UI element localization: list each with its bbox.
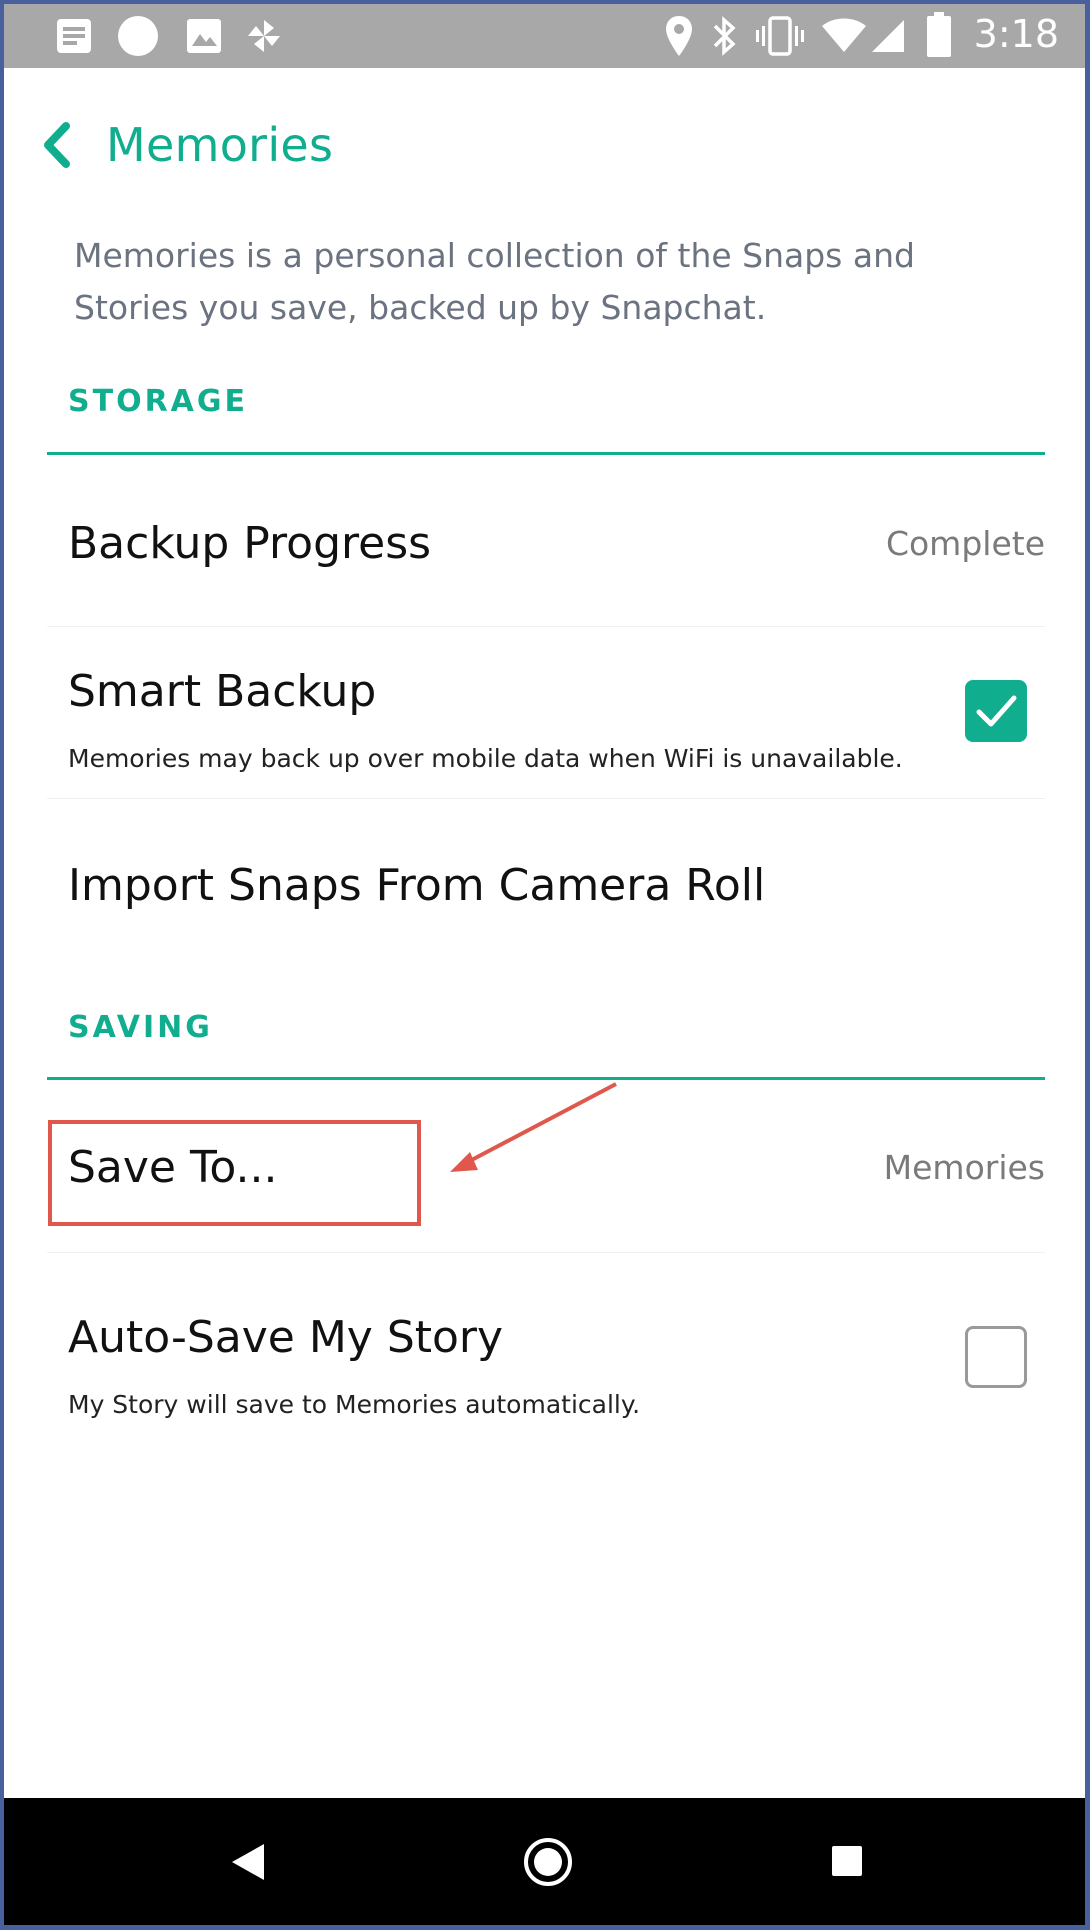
recents-square-icon[interactable] (830, 1844, 864, 1878)
intro-text: Memories is a personal collection of the… (74, 236, 915, 327)
app-screen: 3:18 Memories Memories is a personal col… (4, 4, 1085, 1925)
vibrate-icon (756, 16, 804, 56)
header: Memories (4, 68, 1085, 218)
save-to-value: Memories (883, 1148, 1045, 1187)
backup-progress-label: Backup Progress (68, 518, 432, 569)
pinwheel-icon (248, 20, 280, 52)
image-icon (187, 19, 221, 53)
page-title: Memories (106, 118, 334, 172)
backup-progress-value: Complete (885, 524, 1045, 563)
wifi-icon (822, 18, 866, 52)
status-time: 3:18 (973, 12, 1059, 56)
section-divider (47, 452, 1045, 455)
import-snaps-label: Import Snaps From Camera Roll (68, 860, 766, 911)
battery-icon (927, 12, 951, 57)
smart-backup-checkbox[interactable] (965, 680, 1027, 742)
notes-icon (57, 19, 91, 53)
signal-icon (872, 20, 904, 52)
section-header-saving: SAVING (68, 1010, 213, 1045)
status-bar: 3:18 (4, 4, 1085, 68)
auto-save-label: Auto-Save My Story (68, 1312, 504, 1363)
navigation-bar (4, 1798, 1085, 1925)
bluetooth-icon (713, 16, 736, 56)
auto-save-description: My Story will save to Memories automatic… (68, 1390, 641, 1419)
location-icon (666, 16, 692, 56)
section-header-storage: STORAGE (68, 384, 249, 419)
smart-backup-label: Smart Backup (68, 666, 377, 717)
circle-icon (118, 16, 158, 56)
auto-save-checkbox[interactable] (965, 1326, 1027, 1388)
back-triangle-icon[interactable] (230, 1842, 266, 1882)
chevron-left-icon[interactable] (40, 122, 74, 168)
smart-backup-description: Memories may back up over mobile data wh… (68, 744, 903, 773)
annotation-arrow-icon (450, 1082, 617, 1172)
checkmark-icon (976, 695, 1017, 727)
annotation-highlight-box (48, 1120, 421, 1226)
home-circle-icon[interactable] (522, 1836, 574, 1888)
